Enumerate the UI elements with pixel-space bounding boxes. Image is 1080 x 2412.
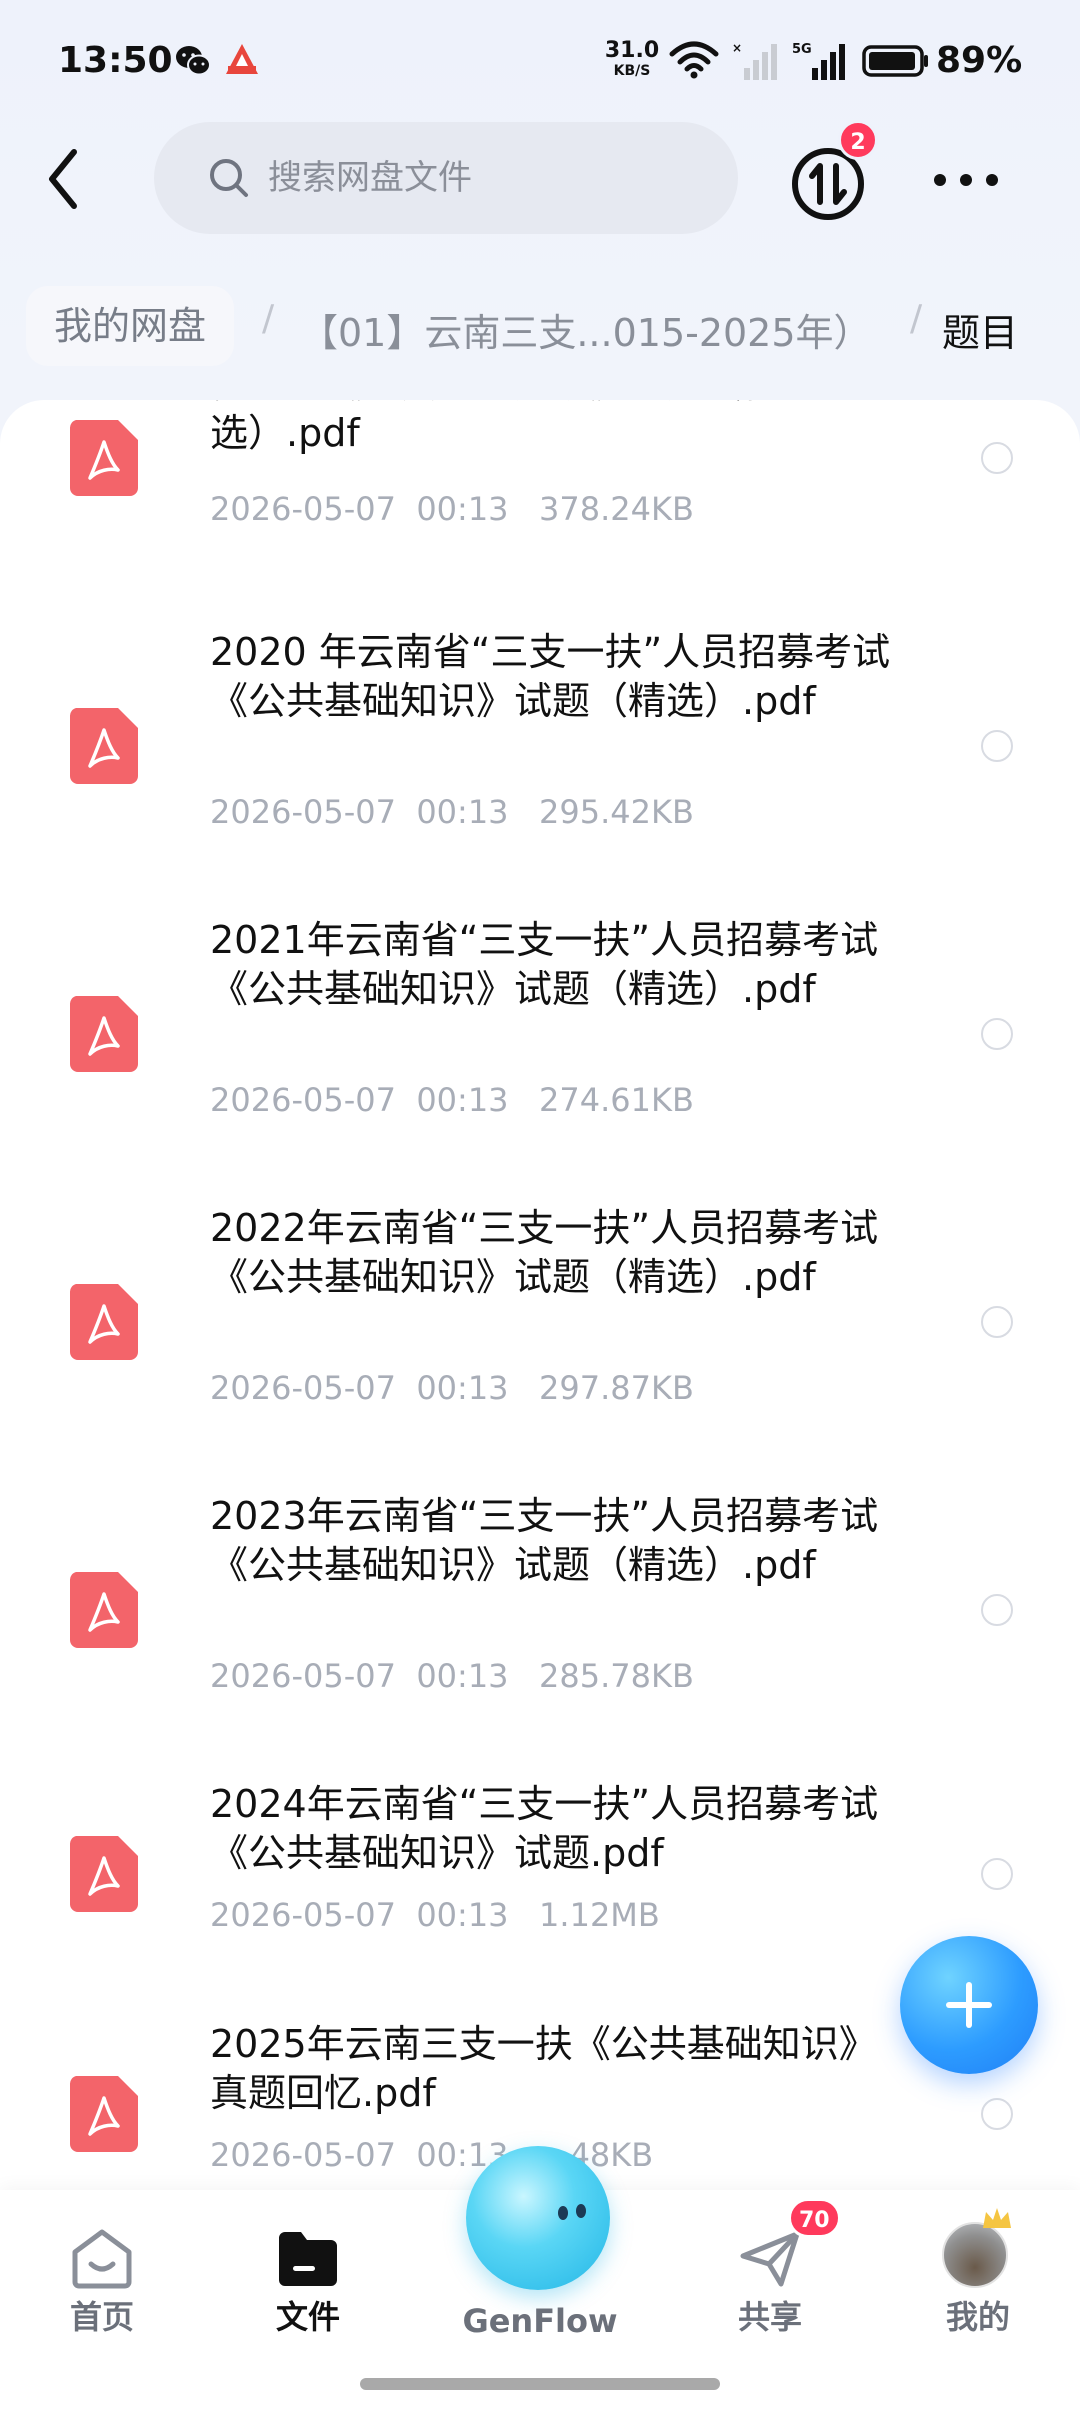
breadcrumb-root[interactable]: 我的网盘: [26, 286, 235, 366]
home-icon: [72, 2229, 132, 2289]
signal-label: 5G: [792, 42, 812, 57]
battery-icon: [862, 45, 928, 77]
search-icon: [210, 159, 248, 197]
breadcrumb-separator: /: [910, 298, 923, 339]
app-notification-icon: [226, 44, 258, 74]
select-checkbox[interactable]: [981, 1018, 1013, 1050]
file-name: 2023年云南省“三支一扶”人员招募考试《公共基础知识》试题（精选）.pdf: [210, 1494, 879, 1587]
file-meta: 2026-05-07 00:13 274.61KB: [210, 1081, 694, 1119]
file-name: 2020 年云南省“三支一扶”人员招募考试《公共基础知识》试题（精选）.pdf: [210, 630, 891, 723]
status-bar: 13:50 31.0 KB/S × 5G 89%: [0, 0, 1080, 120]
file-item[interactable]: 2023年云南省“三支一扶”人员招募考试《公共基础知识》试题（精选）.pdf 2…: [0, 1492, 1080, 1780]
net-speed-value: 31.0: [604, 38, 660, 63]
nav-home-label: 首页: [69, 2298, 134, 2336]
select-checkbox[interactable]: [981, 1306, 1013, 1338]
screen: 13:50 31.0 KB/S × 5G 89% 搜索网盘文件 2 我的网盘 /…: [0, 0, 1080, 2412]
breadcrumb-parent-folder[interactable]: 【01】云南三支...015-2025年）: [300, 302, 872, 357]
file-meta: 2026-05-07 00:13 285.78KB: [210, 1657, 694, 1695]
pdf-file-icon: [70, 1836, 138, 1912]
breadcrumb: 我的网盘 / 【01】云南三支...015-2025年） / 题目: [0, 286, 1080, 374]
pdf-file-icon: [70, 708, 138, 784]
transfer-badge: 2: [838, 120, 878, 160]
pdf-file-icon: [70, 1572, 138, 1648]
net-speed-unit: KB/S: [613, 63, 651, 79]
file-name: 2021年云南省“三支一扶”人员招募考试《公共基础知识》试题（精选）.pdf: [210, 918, 879, 1011]
genflow-button[interactable]: [466, 2146, 610, 2290]
svg-text:×: ×: [732, 41, 742, 55]
genflow-eye: [558, 2206, 568, 2220]
select-checkbox[interactable]: [981, 2098, 1013, 2130]
crown-icon: [983, 2208, 1011, 2228]
file-meta: 2026-05-07 00:13 378.24KB: [210, 490, 694, 528]
wifi-icon: [669, 41, 719, 79]
select-checkbox[interactable]: [981, 1594, 1013, 1626]
file-item[interactable]: 募考试《公共基础知识》试题（精选）.pdf 2026-05-07 00:13 3…: [0, 400, 1080, 648]
nav-mine-label: 我的: [945, 2298, 1010, 2336]
file-name: 2024年云南省“三支一扶”人员招募考试《公共基础知识》试题.pdf: [210, 1782, 879, 1875]
signal-sim2-icon: 5G: [792, 42, 845, 80]
search-input[interactable]: [268, 158, 688, 198]
back-button[interactable]: [40, 142, 94, 216]
nav-genflow-label: GenFlow: [462, 2302, 618, 2340]
genflow-eye: [576, 2204, 586, 2218]
paper-plane-icon: [740, 2231, 800, 2287]
file-name: 2022年云南省“三支一扶”人员招募考试《公共基础知识》试题（精选）.pdf: [210, 1206, 879, 1299]
breadcrumb-separator: /: [262, 298, 275, 339]
pdf-file-icon: [70, 996, 138, 1072]
file-meta: 2026-05-07 00:13 1.12MB: [210, 1896, 660, 1934]
file-meta: 2026-05-07 00:13 295.42KB: [210, 793, 694, 831]
net-speed: 31.0 KB/S: [604, 38, 660, 79]
pdf-file-icon: [70, 420, 138, 496]
nav-files-label: 文件: [275, 2298, 340, 2336]
pdf-file-icon: [70, 1284, 138, 1360]
wechat-icon: [176, 46, 211, 76]
status-time: 13:50: [58, 40, 173, 81]
folder-icon: [279, 2232, 337, 2286]
file-meta: 2026-05-07 00:13 297.87KB: [210, 1369, 694, 1407]
signal-sim1-icon: ×: [732, 41, 777, 80]
select-checkbox[interactable]: [981, 442, 1013, 474]
file-name: 募考试《公共基础知识》试题（精选）.pdf: [210, 400, 780, 455]
more-options-button[interactable]: [930, 168, 1002, 192]
select-checkbox[interactable]: [981, 730, 1013, 762]
battery-percent: 89%: [936, 40, 1023, 81]
add-button[interactable]: [900, 1936, 1038, 2074]
select-checkbox[interactable]: [981, 1858, 1013, 1890]
nav-home[interactable]: 首页: [22, 2190, 182, 2350]
breadcrumb-current-folder: 题目: [942, 311, 1019, 355]
file-item[interactable]: 2022年云南省“三支一扶”人员招募考试《公共基础知识》试题（精选）.pdf 2…: [0, 1204, 1080, 1492]
nav-files[interactable]: 文件: [228, 2190, 388, 2350]
file-name: 2025年云南三支一扶《公共基础知识》真题回忆.pdf: [210, 2022, 877, 2115]
home-indicator: [360, 2378, 720, 2390]
search-bar[interactable]: [154, 122, 738, 234]
pdf-file-icon: [70, 2076, 138, 2152]
nav-share-label: 共享: [737, 2298, 802, 2336]
file-item[interactable]: 2020 年云南省“三支一扶”人员招募考试《公共基础知识》试题（精选）.pdf …: [0, 628, 1080, 916]
file-item[interactable]: 2021年云南省“三支一扶”人员招募考试《公共基础知识》试题（精选）.pdf 2…: [0, 916, 1080, 1204]
share-badge: 70: [788, 2198, 841, 2238]
plus-icon: [946, 1982, 992, 2028]
file-list-card: 募考试《公共基础知识》试题（精选）.pdf 2026-05-07 00:13 3…: [0, 400, 1080, 2190]
